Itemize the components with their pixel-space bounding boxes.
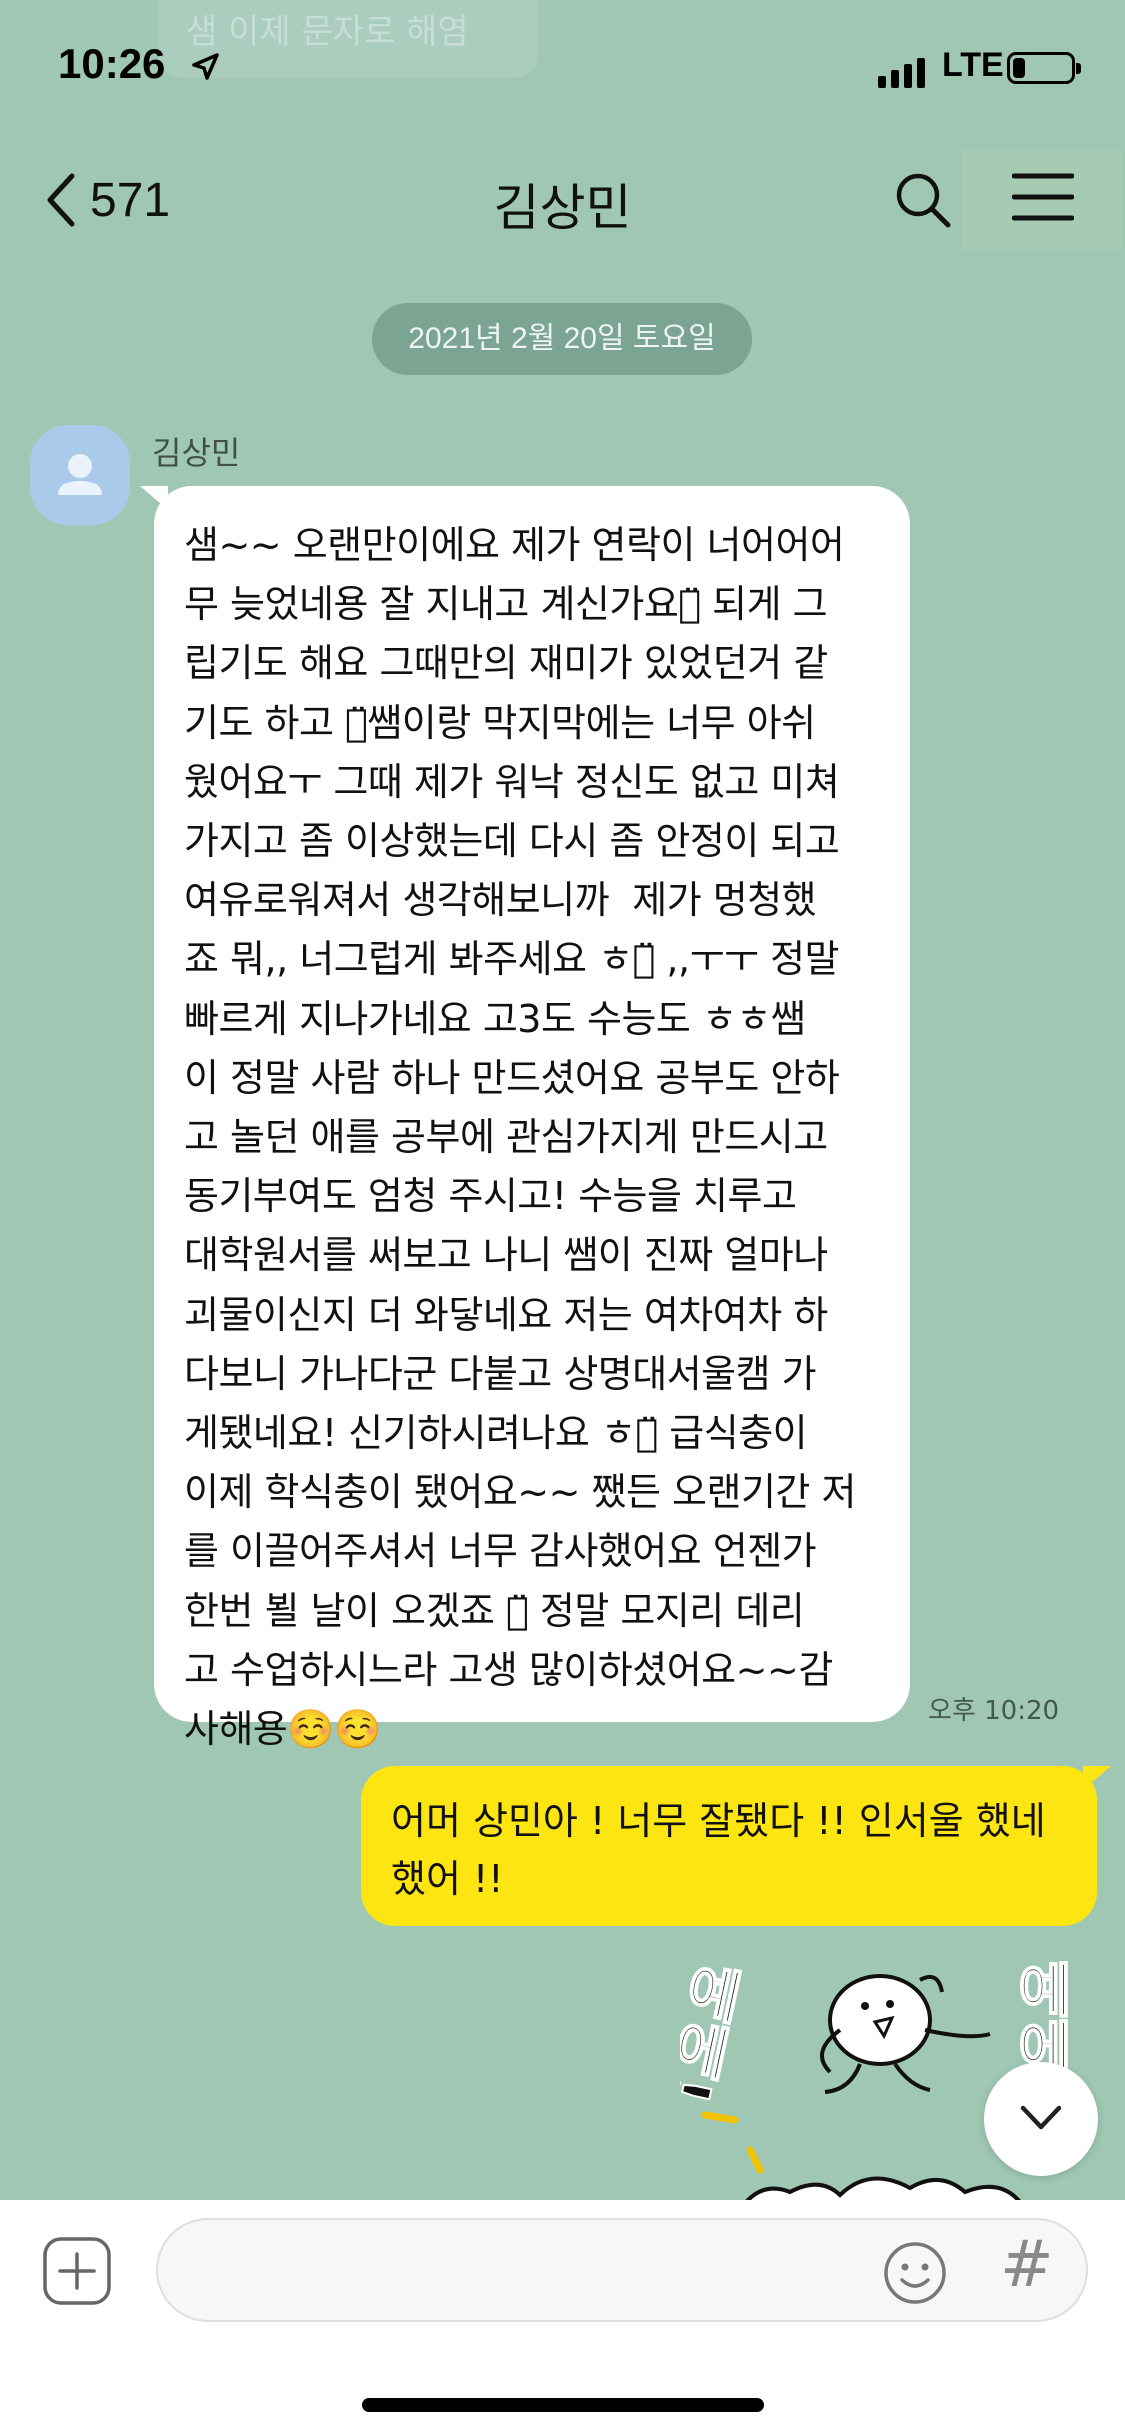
battery-icon bbox=[1007, 52, 1081, 84]
sent-message-text: 어머 상민아 ! 너무 잘됐다 !! 인서울 했네 했어 !! bbox=[391, 1799, 1046, 1901]
received-message-bubble[interactable]: 샘~~ 오랜만이에요 제가 연락이 너어어어 무 늦었네용 잘 지내고 계신가요… bbox=[140, 486, 910, 1751]
search-icon bbox=[896, 173, 951, 228]
sender-name: 김상민 bbox=[152, 434, 241, 472]
network-type: LTE bbox=[942, 46, 1004, 84]
chat-title: 김상민 bbox=[493, 179, 632, 237]
search-button[interactable] bbox=[893, 170, 953, 234]
emoji-button[interactable] bbox=[882, 2240, 948, 2310]
received-message-text: 샘~~ 오랜만이에요 제가 연락이 너어어어 무 늦었네용 잘 지내고 계신가요… bbox=[184, 523, 856, 1752]
default-profile-icon bbox=[58, 454, 102, 495]
message-input[interactable] bbox=[156, 2218, 1088, 2322]
attach-button[interactable] bbox=[42, 2236, 112, 2310]
menu-button[interactable] bbox=[962, 150, 1122, 250]
scroll-to-bottom-button[interactable] bbox=[984, 2062, 1098, 2176]
message-timestamp: 오후 10:20 bbox=[928, 1696, 1060, 1726]
sticker-text-left: 예에! bbox=[680, 1956, 749, 2109]
hashtag-search-button[interactable]: # bbox=[1000, 2228, 1054, 2302]
avatar[interactable] bbox=[30, 425, 130, 525]
chat-header: 571 김상민 bbox=[0, 150, 1125, 250]
plus-square-icon bbox=[43, 2237, 111, 2305]
cellular-signal-icon bbox=[878, 58, 925, 88]
smiley-icon bbox=[884, 2242, 946, 2304]
status-time: 10:26 bbox=[58, 40, 166, 87]
hamburger-menu-icon bbox=[1012, 173, 1074, 221]
sticker-text-right: 예에 bbox=[1006, 1960, 1074, 2076]
date-divider: 2021년 2월 20일 토요일 bbox=[372, 303, 752, 375]
status-bar: 10:26 LTE bbox=[0, 0, 1125, 130]
chevron-down-icon bbox=[1020, 2105, 1062, 2130]
location-arrow-icon bbox=[192, 53, 219, 80]
home-indicator bbox=[362, 2398, 764, 2412]
sent-message-bubble[interactable]: 어머 상민아 ! 너무 잘됐다 !! 인서울 했네 했어 !! bbox=[361, 1766, 1111, 1926]
